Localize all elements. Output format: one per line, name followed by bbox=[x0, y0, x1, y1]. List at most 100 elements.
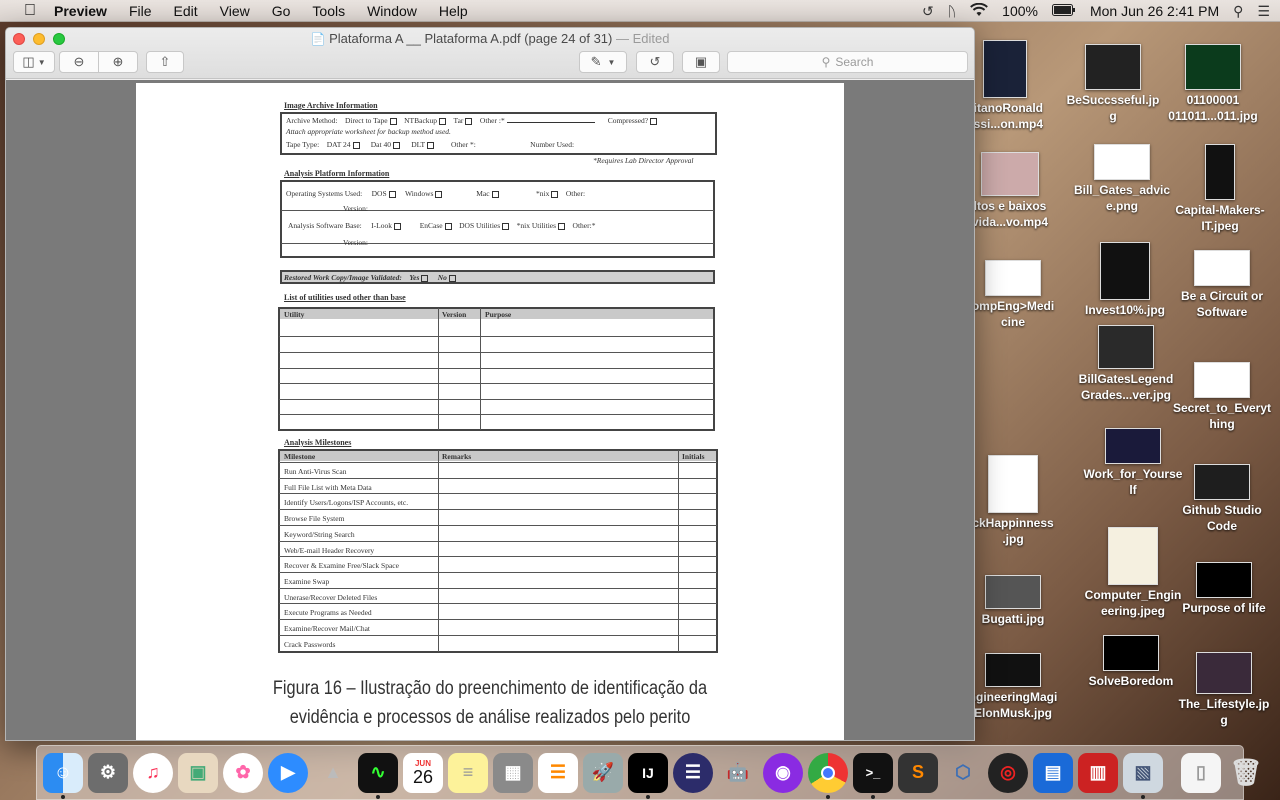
image-thumbnail bbox=[1185, 44, 1241, 90]
terminal-icon[interactable]: >_ bbox=[853, 752, 893, 799]
checkbox[interactable] bbox=[427, 141, 435, 149]
image-thumbnail bbox=[1105, 428, 1161, 464]
sublime-text-icon[interactable]: S bbox=[898, 752, 938, 793]
desktop-icon[interactable]: BillGatesLegend Grades...ver.jpg bbox=[1071, 325, 1181, 403]
menu-app-name[interactable]: Preview bbox=[54, 3, 107, 19]
menu-go[interactable]: Go bbox=[272, 3, 291, 19]
menu-help[interactable]: Help bbox=[439, 3, 468, 19]
desktop-icon-label: Capital-Makers- IT.jpeg bbox=[1175, 203, 1265, 233]
sidebar-icon: ◫ bbox=[22, 54, 35, 69]
checkbox[interactable] bbox=[388, 190, 396, 198]
intellij-icon[interactable]: IJ bbox=[628, 752, 668, 799]
checkbox[interactable] bbox=[558, 222, 566, 230]
checkbox[interactable] bbox=[551, 190, 559, 198]
checkbox[interactable] bbox=[389, 117, 397, 125]
zoom-in-button[interactable]: ⊕ bbox=[98, 51, 138, 73]
markup-button[interactable]: ✎ ▼ bbox=[579, 51, 627, 73]
desktop-icon[interactable]: 01100001 011011...011.jpg bbox=[1158, 44, 1268, 124]
utilities-table bbox=[278, 307, 715, 431]
calendar-icon[interactable]: JUN 26 bbox=[403, 752, 443, 793]
checkbox[interactable] bbox=[435, 190, 443, 198]
desktop-icon[interactable]: Purpose of life bbox=[1169, 562, 1279, 616]
table-header: Milestone bbox=[284, 452, 316, 461]
checkbox[interactable] bbox=[439, 117, 447, 125]
bluetooth-icon[interactable]: ᚢ bbox=[948, 3, 956, 19]
preview-app-icon[interactable]: ▣ bbox=[178, 752, 218, 793]
desktop-icon[interactable]: Invest10%.jpg bbox=[1070, 242, 1180, 318]
desktop-icon[interactable]: BeSuccsseful.jp g bbox=[1058, 44, 1168, 124]
menu-tools[interactable]: Tools bbox=[312, 3, 345, 19]
checkbox[interactable] bbox=[502, 222, 510, 230]
checkbox[interactable] bbox=[393, 222, 401, 230]
battery-icon[interactable] bbox=[1051, 3, 1076, 19]
desktop-icon[interactable]: Bill_Gates_advic e.png bbox=[1067, 144, 1177, 214]
rotate-button[interactable]: ↺ bbox=[636, 51, 674, 73]
share-button[interactable]: ⇧ bbox=[146, 51, 184, 73]
desktop-icon[interactable]: Be a Circuit or Software bbox=[1167, 250, 1277, 320]
network-utility-icon[interactable]: ▤ bbox=[1033, 752, 1073, 793]
keynote-icon[interactable]: ▲ bbox=[313, 753, 353, 793]
activity-monitor-icon[interactable]: ∿ bbox=[358, 752, 398, 799]
title-bar[interactable]: 📄 Plataforma A __ Plataforma A.pdf (page… bbox=[6, 28, 974, 79]
system-preferences-icon[interactable]: ⚙ bbox=[88, 752, 128, 793]
checkbox[interactable] bbox=[352, 141, 360, 149]
running-indicator bbox=[61, 794, 65, 799]
launchpad-icon[interactable]: 🚀 bbox=[583, 752, 623, 793]
edited-indicator[interactable]: — Edited bbox=[616, 31, 669, 46]
desktop-icon[interactable]: Secret_to_Everyt hing bbox=[1167, 362, 1277, 432]
zoom-out-button[interactable]: ⊖ bbox=[59, 51, 99, 73]
label: Compressed? bbox=[607, 116, 649, 125]
menu-edit[interactable]: Edit bbox=[174, 3, 198, 19]
checkbox[interactable] bbox=[491, 190, 499, 198]
markup-toolbar-button[interactable]: ▣ bbox=[682, 51, 720, 73]
zoom-icon[interactable]: ▶ bbox=[268, 752, 308, 793]
checkbox[interactable] bbox=[421, 274, 429, 282]
spotlight-icon[interactable]: ⚲ bbox=[1233, 3, 1243, 20]
checkbox[interactable] bbox=[650, 117, 658, 125]
desktop-icon[interactable]: The_Lifestyle.jp g bbox=[1169, 652, 1279, 728]
calculator-icon[interactable]: ▦ bbox=[493, 752, 533, 793]
android-studio-icon[interactable]: 🤖 bbox=[718, 753, 758, 793]
version-label: Version: bbox=[343, 238, 368, 247]
menu-file[interactable]: File bbox=[129, 3, 152, 19]
document-view[interactable]: Image Archive Information Archive Method… bbox=[6, 80, 974, 740]
label: Other :* bbox=[479, 116, 505, 125]
podcasts-icon[interactable]: ◉ bbox=[763, 752, 803, 793]
search-field[interactable]: ⚲ Search bbox=[727, 51, 968, 73]
presentation-app-icon[interactable]: ▥ bbox=[1078, 752, 1118, 793]
time-machine-icon[interactable]: ↺ bbox=[922, 3, 934, 20]
wifi-icon[interactable] bbox=[970, 2, 989, 20]
checkbox[interactable] bbox=[392, 141, 400, 149]
itunes-icon[interactable]: ♫ bbox=[133, 752, 173, 793]
milestone-label: Execute Programs as Needed bbox=[284, 608, 372, 617]
photos-icon[interactable]: ✿ bbox=[223, 752, 263, 793]
checkbox[interactable] bbox=[465, 117, 473, 125]
section-title-image-archive: Image Archive Information bbox=[284, 101, 378, 110]
screen-recorder-icon[interactable]: ◎ bbox=[988, 752, 1028, 793]
eclipse-icon[interactable]: ☰ bbox=[673, 752, 713, 793]
apple-menu-icon[interactable]:  bbox=[20, 2, 40, 20]
notification-center-icon[interactable]: ☰ bbox=[1257, 3, 1270, 20]
menu-view[interactable]: View bbox=[220, 3, 250, 19]
sidebar-toggle-button[interactable]: ◫ ▼ bbox=[13, 51, 55, 73]
image-thumbnail bbox=[1108, 527, 1158, 585]
chrome-icon[interactable] bbox=[808, 752, 848, 799]
checkbox[interactable] bbox=[444, 222, 452, 230]
trash-icon[interactable]: 🗑 bbox=[1226, 753, 1266, 793]
reminders-icon[interactable]: ☰ bbox=[538, 752, 578, 793]
menu-window[interactable]: Window bbox=[367, 3, 417, 19]
desktop-icon-label: The_Lifestyle.jp g bbox=[1178, 697, 1270, 727]
desktop-icon[interactable]: Capital-Makers- IT.jpeg bbox=[1165, 144, 1275, 234]
document-icon[interactable]: ▯ bbox=[1181, 752, 1221, 793]
finder-icon[interactable]: ☺ bbox=[43, 752, 83, 799]
checkbox[interactable] bbox=[448, 274, 456, 282]
table-row bbox=[279, 368, 714, 369]
table-header: Utility bbox=[284, 310, 305, 319]
preview-dock-icon[interactable]: ▧ bbox=[1123, 752, 1163, 799]
virtualbox-icon[interactable]: ⬡ bbox=[943, 753, 983, 793]
clock[interactable]: Mon Jun 26 2:41 PM bbox=[1090, 3, 1219, 19]
desktop-icon-label: Be a Circuit or Software bbox=[1180, 289, 1264, 319]
desktop-icon[interactable]: Github Studio Code bbox=[1167, 464, 1277, 534]
notes-icon[interactable]: ≡ bbox=[448, 752, 488, 793]
image-thumbnail bbox=[1196, 562, 1252, 598]
